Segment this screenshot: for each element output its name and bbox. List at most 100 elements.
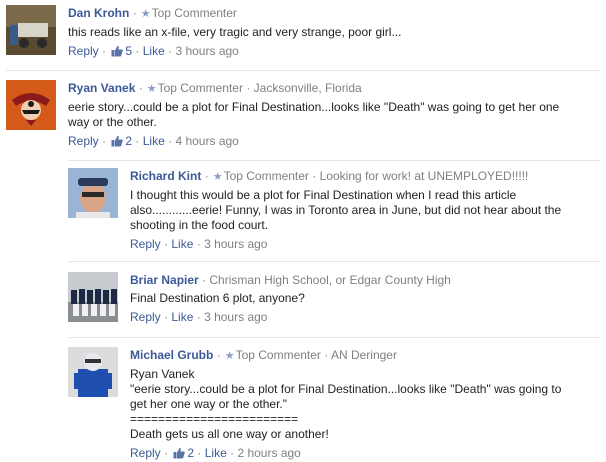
comment-body: Michael Grubb · ★Top Commenter · AN Derin… (130, 347, 600, 461)
comment-header: Richard Kint · ★Top Commenter · Looking f… (130, 168, 600, 185)
comment-body: Dan Krohn · ★Top Commenter this reads lik… (68, 5, 598, 59)
comment-text-line: ======================== (130, 412, 299, 426)
thumbs-up-icon (111, 45, 124, 57)
avatar-image (6, 80, 56, 130)
avatar-image (68, 272, 118, 322)
timestamp[interactable]: 4 hours ago (175, 134, 238, 148)
like-count[interactable]: 2 (171, 446, 194, 460)
star-icon: ★ (140, 8, 151, 20)
like-count-number: 2 (125, 134, 133, 148)
separator: · (202, 273, 207, 287)
comment-text: this reads like an x-file, very tragic a… (68, 25, 598, 40)
separator: · (196, 310, 201, 324)
comment-text-line: I thought this would be a plot for Final… (130, 188, 517, 202)
comment-header: Michael Grubb · ★Top Commenter · AN Derin… (130, 347, 600, 364)
comment-divider (68, 160, 600, 161)
comment-text-line: get her one way or the other." (130, 397, 288, 411)
badge-label: Top Commenter (223, 169, 309, 183)
comment-text-line: Death gets us all one way or another! (130, 427, 329, 441)
comment-header: Ryan Vanek · ★Top Commenter · Jacksonvill… (68, 80, 598, 97)
comment-divider (68, 261, 600, 262)
avatar[interactable] (6, 80, 56, 130)
comment-actions: Reply · Like · 3 hours ago (130, 236, 600, 252)
separator: · (135, 134, 140, 148)
separator: · (168, 44, 173, 58)
timestamp[interactable]: 2 hours ago (237, 446, 300, 460)
like-link[interactable]: Like (171, 310, 193, 324)
comment-body: Briar Napier · Chrisman High School, or … (130, 272, 600, 325)
reply-link[interactable]: Reply (68, 44, 99, 58)
like-count-number: 2 (187, 446, 195, 460)
like-link[interactable]: Like (143, 44, 165, 58)
separator: · (230, 446, 235, 460)
avatar[interactable] (68, 347, 118, 397)
author-name[interactable]: Dan Krohn (68, 6, 129, 20)
separator: · (168, 134, 173, 148)
comment-text-line: this reads like an x-file, very tragic a… (68, 25, 402, 39)
comment-text-line: way or the other. (68, 115, 157, 129)
comment-header: Briar Napier · Chrisman High School, or … (130, 272, 600, 288)
timestamp[interactable]: 3 hours ago (204, 237, 267, 251)
reply-link[interactable]: Reply (68, 134, 99, 148)
star-icon: ★ (146, 83, 157, 95)
comment-divider (68, 337, 600, 338)
author-workplace[interactable]: Looking for work! at UNEMPLOYED!!!!! (320, 169, 529, 183)
separator: · (132, 6, 137, 20)
separator: · (138, 81, 143, 95)
separator: · (312, 169, 317, 183)
separator: · (102, 44, 107, 58)
author-school[interactable]: Chrisman High School, or Edgar County Hi… (209, 273, 450, 287)
avatar-image (68, 347, 118, 397)
author-location[interactable]: Jacksonville, Florida (254, 81, 362, 95)
author-name[interactable]: Briar Napier (130, 273, 199, 287)
comment-actions: Reply · Like · 3 hours ago (130, 309, 600, 325)
timestamp[interactable]: 3 hours ago (175, 44, 238, 58)
like-count[interactable]: 2 (109, 134, 132, 148)
like-link[interactable]: Like (205, 446, 227, 460)
comment-text: I thought this would be a plot for Final… (130, 188, 600, 233)
author-workplace[interactable]: AN Deringer (331, 348, 397, 362)
like-count-number: 5 (125, 44, 133, 58)
avatar[interactable] (6, 5, 56, 55)
separator: · (204, 169, 209, 183)
separator: · (102, 134, 107, 148)
separator: · (164, 237, 169, 251)
separator: · (324, 348, 329, 362)
avatar[interactable] (68, 168, 118, 218)
comment-text-line: also............eerie! Funny, I was in T… (130, 203, 562, 217)
comment-text: eerie story...could be a plot for Final … (68, 100, 598, 130)
like-count[interactable]: 5 (109, 44, 132, 58)
avatar-image (68, 168, 118, 218)
comment-body: Ryan Vanek · ★Top Commenter · Jacksonvill… (68, 80, 598, 149)
thumbs-up-icon (173, 447, 186, 459)
comment-text: Ryan Vanek "eerie story...could be a plo… (130, 367, 600, 442)
like-link[interactable]: Like (143, 134, 165, 148)
separator: · (216, 348, 221, 362)
comment-text-line: eerie story...could be a plot for Final … (68, 100, 560, 114)
comment-text-line: shooting in the food court. (130, 218, 269, 232)
comment-text-line: Ryan Vanek (130, 367, 195, 381)
comment-actions: Reply · 2 · Like · 4 hours ago (68, 133, 598, 149)
separator: · (196, 237, 201, 251)
thumbs-up-icon (111, 135, 124, 147)
separator: · (246, 81, 251, 95)
reply-link[interactable]: Reply (130, 237, 161, 251)
star-icon: ★ (224, 350, 235, 362)
author-name[interactable]: Richard Kint (130, 169, 201, 183)
reply-link[interactable]: Reply (130, 446, 161, 460)
badge-label: Top Commenter (235, 348, 321, 362)
comment-text-line: "eerie story...could be a plot for Final… (130, 382, 562, 396)
like-link[interactable]: Like (171, 237, 193, 251)
author-name[interactable]: Michael Grubb (130, 348, 213, 362)
comment-text-line: Final Destination 6 plot, anyone? (130, 291, 305, 305)
badge-label: Top Commenter (157, 81, 243, 95)
reply-link[interactable]: Reply (130, 310, 161, 324)
comment-header: Dan Krohn · ★Top Commenter (68, 5, 598, 22)
separator: · (197, 446, 202, 460)
timestamp[interactable]: 3 hours ago (204, 310, 267, 324)
author-name[interactable]: Ryan Vanek (68, 81, 135, 95)
comment-body: Richard Kint · ★Top Commenter · Looking f… (130, 168, 600, 252)
separator: · (164, 446, 169, 460)
comment-text: Final Destination 6 plot, anyone? (130, 291, 600, 306)
avatar[interactable] (68, 272, 118, 322)
